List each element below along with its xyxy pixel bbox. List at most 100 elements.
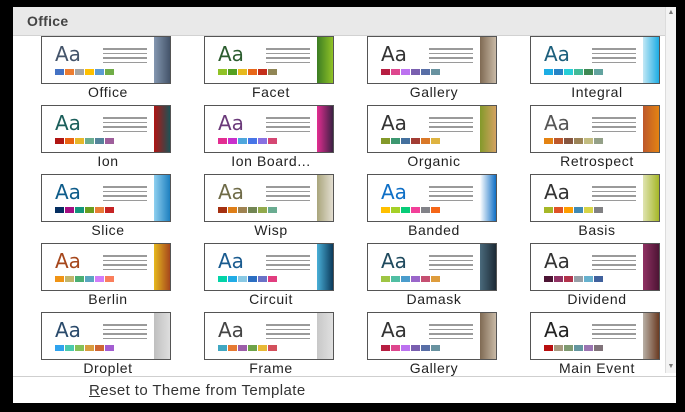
theme-sample-page: Aa xyxy=(210,316,314,356)
theme-tile[interactable]: Aa Integral xyxy=(522,36,672,104)
theme-tile[interactable]: Aa Droplet xyxy=(33,312,183,380)
theme-accent-band xyxy=(643,37,659,83)
theme-name-label: Slice xyxy=(91,222,125,238)
theme-text-lines xyxy=(266,324,310,339)
theme-sample-page: Aa xyxy=(210,178,314,218)
theme-name-label: Berlin xyxy=(88,291,128,307)
theme-color-swatches xyxy=(381,345,441,351)
theme-name-label: Dividend xyxy=(567,291,627,307)
theme-tile[interactable]: Aa Slice xyxy=(33,174,183,242)
theme-thumbnail: Aa xyxy=(41,312,171,360)
theme-color-swatches xyxy=(381,69,441,75)
theme-color-swatches xyxy=(55,276,115,282)
theme-font-sample: Aa xyxy=(55,318,81,342)
theme-tile[interactable]: Aa Wisp xyxy=(196,174,346,242)
theme-name-label: Main Event xyxy=(558,360,636,376)
theme-text-lines xyxy=(266,48,310,63)
theme-sample-page: Aa xyxy=(210,247,314,287)
theme-accent-band xyxy=(154,244,170,290)
theme-font-sample: Aa xyxy=(55,180,81,204)
theme-name-label: Wisp xyxy=(254,222,288,238)
theme-thumbnail: Aa xyxy=(367,174,497,222)
theme-color-swatches xyxy=(544,276,604,282)
theme-tile[interactable]: Aa Office xyxy=(33,36,183,104)
theme-thumbnail: Aa xyxy=(530,243,660,291)
theme-tile[interactable]: Aa Ion Board... xyxy=(196,105,346,173)
theme-color-swatches xyxy=(544,207,604,213)
theme-accent-band xyxy=(480,175,496,221)
theme-text-lines xyxy=(429,186,473,201)
theme-name-label: Damask xyxy=(406,291,462,307)
scroll-up-icon[interactable]: ▲ xyxy=(667,9,675,17)
theme-tile[interactable]: Aa Dividend xyxy=(522,243,672,311)
theme-color-swatches xyxy=(218,138,278,144)
theme-thumbnail: Aa xyxy=(41,174,171,222)
theme-font-sample: Aa xyxy=(544,111,570,135)
theme-thumbnail: Aa xyxy=(204,105,334,153)
theme-sample-page: Aa xyxy=(373,40,477,80)
theme-name-label: Retrospect xyxy=(560,153,634,169)
theme-font-sample: Aa xyxy=(218,111,244,135)
scroll-down-icon[interactable]: ▼ xyxy=(667,363,675,371)
theme-accent-band xyxy=(317,313,333,359)
theme-font-sample: Aa xyxy=(55,42,81,66)
theme-grid: Aa Office Aa Facet Aa Gallery Aa Integral Aa Ion A… xyxy=(13,36,665,376)
theme-thumbnail: Aa xyxy=(530,174,660,222)
theme-text-lines xyxy=(103,117,147,132)
gallery-section-header: Office xyxy=(13,7,670,36)
theme-accent-band xyxy=(154,106,170,152)
theme-tile[interactable]: Aa Circuit xyxy=(196,243,346,311)
theme-thumbnail: Aa xyxy=(367,105,497,153)
theme-text-lines xyxy=(592,186,636,201)
theme-text-lines xyxy=(103,186,147,201)
theme-sample-page: Aa xyxy=(47,40,151,80)
theme-sample-page: Aa xyxy=(210,109,314,149)
theme-font-sample: Aa xyxy=(218,180,244,204)
theme-thumbnail: Aa xyxy=(41,105,171,153)
theme-accent-band xyxy=(480,37,496,83)
theme-tile[interactable]: Aa Basis xyxy=(522,174,672,242)
theme-text-lines xyxy=(429,48,473,63)
theme-tile[interactable]: Aa Berlin xyxy=(33,243,183,311)
theme-tile[interactable]: Aa Banded xyxy=(359,174,509,242)
theme-color-swatches xyxy=(218,207,278,213)
reset-label: eset to Theme from Template xyxy=(100,382,306,399)
theme-accent-band xyxy=(317,175,333,221)
theme-font-sample: Aa xyxy=(381,42,407,66)
theme-font-sample: Aa xyxy=(381,318,407,342)
theme-name-label: Facet xyxy=(251,84,290,100)
theme-color-swatches xyxy=(381,276,441,282)
theme-sample-page: Aa xyxy=(536,178,640,218)
theme-tile[interactable]: Aa Gallery xyxy=(359,312,509,380)
theme-tile[interactable]: Aa Retrospect xyxy=(522,105,672,173)
theme-color-swatches xyxy=(218,276,278,282)
theme-thumbnail: Aa xyxy=(367,312,497,360)
theme-name-label: Banded xyxy=(408,222,460,238)
gallery-scrollbar[interactable]: ▲ ▼ xyxy=(665,7,676,373)
theme-tile[interactable]: Aa Frame xyxy=(196,312,346,380)
theme-color-swatches xyxy=(55,345,115,351)
theme-accent-band xyxy=(154,175,170,221)
theme-sample-page: Aa xyxy=(47,316,151,356)
theme-font-sample: Aa xyxy=(544,180,570,204)
theme-name-label: Gallery xyxy=(409,84,459,100)
theme-font-sample: Aa xyxy=(544,318,570,342)
theme-thumbnail: Aa xyxy=(204,243,334,291)
theme-tile[interactable]: Aa Gallery xyxy=(359,36,509,104)
theme-font-sample: Aa xyxy=(381,180,407,204)
theme-sample-page: Aa xyxy=(47,109,151,149)
theme-font-sample: Aa xyxy=(218,249,244,273)
theme-color-swatches xyxy=(381,207,441,213)
theme-accent-band xyxy=(643,244,659,290)
theme-name-label: Circuit xyxy=(249,291,293,307)
theme-name-label: Basis xyxy=(578,222,616,238)
theme-tile[interactable]: Aa Ion xyxy=(33,105,183,173)
theme-text-lines xyxy=(592,117,636,132)
theme-thumbnail: Aa xyxy=(530,105,660,153)
theme-tile[interactable]: Aa Main Event xyxy=(522,312,672,380)
theme-tile[interactable]: Aa Facet xyxy=(196,36,346,104)
theme-tile[interactable]: Aa Damask xyxy=(359,243,509,311)
theme-tile[interactable]: Aa Organic xyxy=(359,105,509,173)
theme-name-label: Organic xyxy=(407,153,461,169)
reset-theme-command[interactable]: Reset to Theme from Template xyxy=(89,382,306,399)
